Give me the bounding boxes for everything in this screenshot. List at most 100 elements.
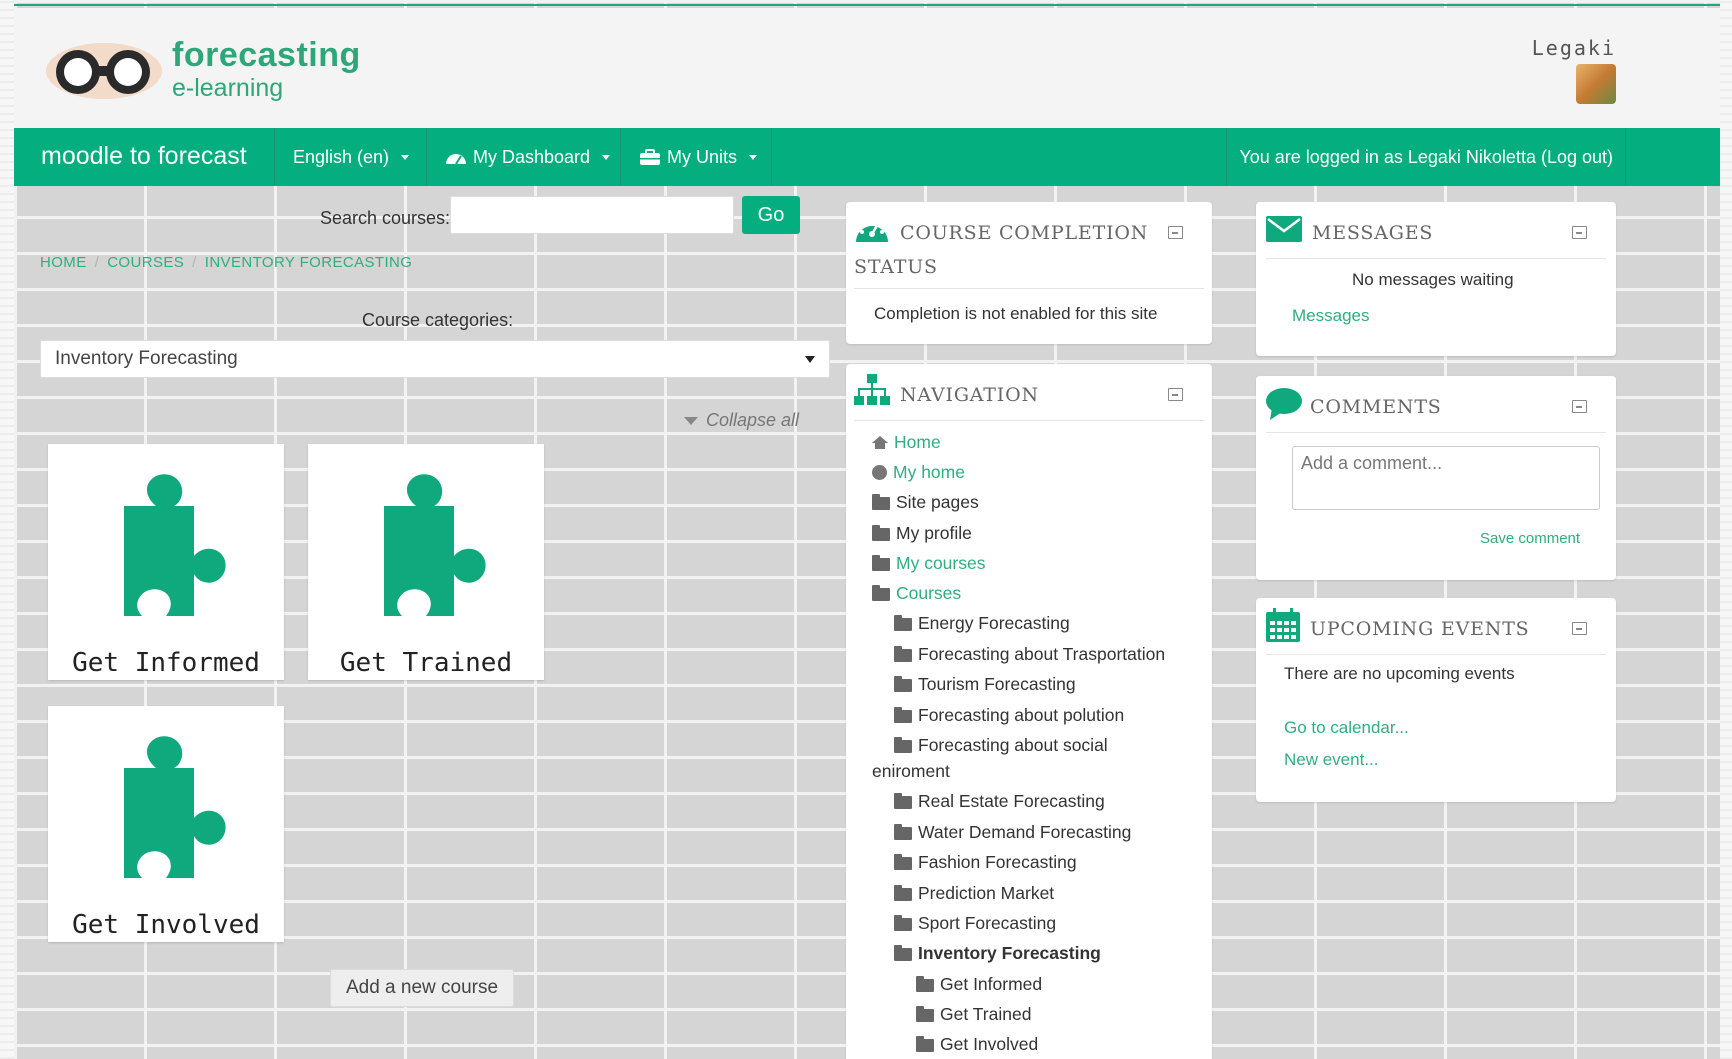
hide-block-icon[interactable]: [1168, 226, 1183, 239]
units-menu-label: My Units: [667, 146, 738, 167]
nav-item[interactable]: eniroment: [872, 761, 950, 782]
nav-item-label: Get Trained: [940, 1004, 1032, 1024]
nav-item[interactable]: Get Trained: [916, 1004, 1031, 1025]
go-button[interactable]: Go: [742, 196, 800, 234]
hide-block-icon[interactable]: [1572, 622, 1587, 635]
brand-title[interactable]: forecasting: [172, 36, 361, 75]
nav-item[interactable]: My courses: [872, 553, 985, 574]
nav-item[interactable]: Energy Forecasting: [894, 613, 1070, 634]
nav-item[interactable]: Forecasting about social: [894, 735, 1108, 756]
block-title: MESSAGES: [1312, 222, 1434, 244]
nav-item[interactable]: Fashion Forecasting: [894, 852, 1077, 873]
nav-item[interactable]: Sport Forecasting: [894, 913, 1056, 934]
brand-subtitle[interactable]: e-learning: [172, 74, 283, 103]
upcoming-events-block: UPCOMING EVENTS There are no upcoming ev…: [1256, 598, 1616, 802]
nav-item-label: My profile: [896, 523, 972, 543]
nav-item-label: My courses: [896, 553, 986, 573]
avatar[interactable]: [1576, 64, 1616, 104]
nav-item-label: Get Informed: [940, 974, 1043, 994]
breadcrumb-current[interactable]: INVENTORY FORECASTING: [205, 254, 413, 271]
nav-item-label: Site pages: [896, 492, 979, 512]
nav-item-label: Forecasting about polution: [918, 705, 1125, 725]
folder-icon: [872, 525, 890, 541]
nav-item-label: Courses: [896, 583, 962, 603]
units-menu[interactable]: My Units: [620, 128, 775, 186]
new-event-link[interactable]: New event...: [1284, 750, 1379, 770]
nav-item[interactable]: Site pages: [872, 492, 979, 513]
nav-item-label: Tourism Forecasting: [918, 674, 1076, 694]
block-title-continued: STATUS: [854, 256, 938, 278]
top-navbar: moodle to forecast English (en) My Dashb…: [14, 128, 1720, 186]
navbar-divider: [771, 128, 772, 186]
sitemap-icon: [854, 374, 890, 405]
categories-label: Course categories:: [362, 310, 514, 330]
messages-block: MESSAGES No messages waiting Messages: [1256, 202, 1616, 356]
nav-item[interactable]: Get Informed: [916, 974, 1042, 995]
site-header: forecasting e-learning Legaki: [14, 8, 1720, 128]
nav-item[interactable]: Forecasting about Trasportation: [894, 644, 1165, 665]
course-completion-block: COURSE COMPLETION STATUS Completion is n…: [846, 202, 1212, 344]
nav-item[interactable]: Courses: [872, 583, 961, 604]
dashboard-menu-label: My Dashboard: [473, 146, 591, 167]
nav-item-label: Fashion Forecasting: [918, 852, 1077, 872]
chevron-down-icon: [602, 154, 611, 160]
nav-item-label: Energy Forecasting: [918, 613, 1070, 633]
binoculars-logo-icon[interactable]: [44, 36, 164, 106]
nav-item-label: My home: [893, 462, 965, 482]
tile-label: Get Trained: [339, 648, 513, 678]
folder-icon: [872, 585, 890, 601]
course-tile-get-informed[interactable]: Get Informed: [48, 444, 284, 680]
collapse-all-label: Collapse all: [706, 410, 800, 430]
nav-item[interactable]: Water Demand Forecasting: [894, 822, 1131, 843]
block-title: UPCOMING EVENTS: [1310, 618, 1530, 640]
messages-link[interactable]: Messages: [1292, 306, 1369, 326]
collapse-all-link[interactable]: Collapse all: [684, 410, 799, 431]
chevron-down-icon: [749, 154, 758, 160]
course-tile-get-trained[interactable]: Get Trained: [308, 444, 544, 680]
breadcrumb-home[interactable]: HOME: [40, 254, 87, 271]
nav-item-label: Get Involved: [940, 1034, 1039, 1054]
folder-icon: [872, 494, 890, 510]
nav-item[interactable]: Real Estate Forecasting: [894, 791, 1105, 812]
search-input[interactable]: [450, 196, 734, 234]
go-to-calendar-link[interactable]: Go to calendar...: [1284, 718, 1409, 738]
folder-icon: [872, 555, 890, 571]
breadcrumb-courses[interactable]: COURSES: [107, 254, 184, 271]
nav-item[interactable]: Get Involved: [916, 1034, 1038, 1055]
nav-item[interactable]: My profile: [872, 523, 972, 544]
nav-item[interactable]: My home: [872, 462, 965, 483]
course-tile-get-involved[interactable]: Get Involved: [48, 706, 284, 942]
navbar-brand[interactable]: moodle to forecast: [41, 142, 247, 171]
login-status[interactable]: You are logged in as Legaki Nikoletta (L…: [1226, 128, 1626, 186]
puzzle-piece-icon: [384, 474, 486, 616]
save-comment-link[interactable]: Save comment: [1480, 530, 1580, 547]
nav-item[interactable]: Prediction Market: [894, 883, 1054, 904]
divider: [854, 420, 1204, 421]
puzzle-piece-icon: [124, 474, 226, 616]
hide-block-icon[interactable]: [1168, 388, 1183, 401]
events-text: There are no upcoming events: [1284, 664, 1515, 683]
top-accent-line: [14, 4, 1720, 6]
block-title: COMMENTS: [1310, 396, 1442, 418]
nav-item[interactable]: Forecasting about polution: [894, 705, 1124, 726]
nav-item[interactable]: Home: [872, 432, 941, 453]
folder-icon: [894, 615, 912, 631]
nav-item[interactable]: Tourism Forecasting: [894, 674, 1076, 695]
hide-block-icon[interactable]: [1572, 400, 1587, 413]
category-select[interactable]: Inventory Forecasting: [40, 340, 830, 378]
dashboard-menu[interactable]: My Dashboard: [426, 128, 628, 186]
dashboard-icon: [446, 154, 466, 165]
breadcrumb: HOME / COURSES / INVENTORY FORECASTING: [40, 254, 412, 271]
hide-block-icon[interactable]: [1572, 226, 1587, 239]
folder-icon: [894, 915, 912, 931]
language-menu[interactable]: English (en): [274, 128, 427, 186]
add-course-button[interactable]: Add a new course: [330, 969, 514, 1007]
nav-item-label: Home: [894, 432, 941, 452]
comment-input[interactable]: Add a comment...: [1292, 446, 1600, 510]
block-title: COURSE COMPLETION: [900, 222, 1149, 244]
puzzle-piece-icon: [124, 736, 226, 878]
nav-item-label: Real Estate Forecasting: [918, 791, 1105, 811]
nav-item[interactable]: Inventory Forecasting: [894, 943, 1101, 964]
user-name[interactable]: Legaki: [1532, 36, 1616, 60]
calendar-icon: [1266, 608, 1300, 642]
